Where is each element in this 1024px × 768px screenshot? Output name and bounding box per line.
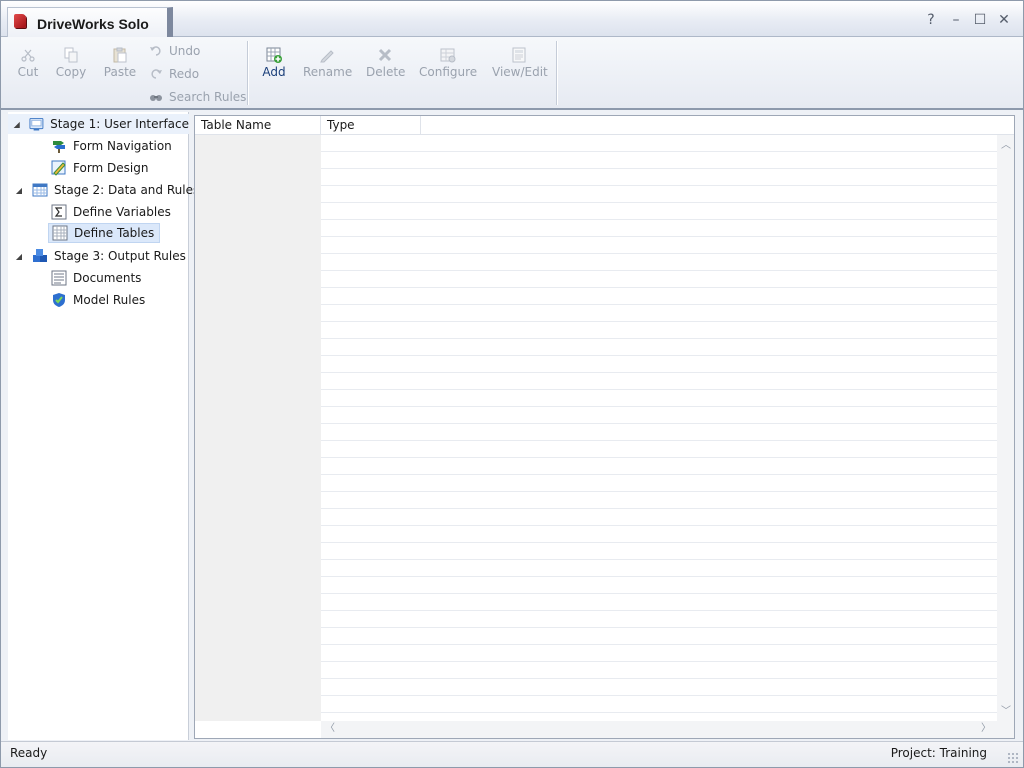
title-bar: DriveWorks Solo ? – ☐ ✕ (1, 1, 1023, 37)
undo-button[interactable]: Undo (149, 42, 200, 60)
add-label: Add (262, 65, 286, 79)
close-button[interactable]: ✕ (995, 11, 1013, 29)
collapse-triangle-icon[interactable]: ◢ (12, 120, 21, 129)
tree-item-label: Form Navigation (73, 139, 172, 153)
configure-button[interactable]: Configure (419, 47, 477, 79)
tree-item-label: Define Variables (73, 205, 171, 219)
add-table-icon (266, 47, 282, 63)
column-header-type[interactable]: Type (321, 116, 421, 135)
grid-rows-area[interactable] (321, 135, 997, 721)
cut-label: Cut (17, 65, 39, 79)
tree-item-label: Documents (73, 271, 142, 285)
sigma-icon (51, 204, 67, 220)
configure-label: Configure (419, 65, 478, 79)
rename-label: Rename (303, 65, 353, 79)
paste-label: Paste (103, 65, 137, 79)
monitor-icon (29, 117, 44, 131)
scrollbar-corner (997, 721, 1014, 738)
tree-item-label: Define Tables (74, 226, 155, 240)
delete-label: Delete (366, 65, 406, 79)
rename-icon (320, 50, 334, 63)
help-button[interactable]: ? (922, 11, 940, 29)
grid-header: Table Name Type (195, 116, 1014, 135)
signpost-icon (53, 141, 65, 153)
tree-item-label: Model Rules (73, 293, 146, 307)
delete-icon (378, 48, 392, 62)
tree-item-define-variables[interactable]: Define Variables (48, 202, 176, 222)
app-title: DriveWorks Solo (37, 16, 149, 32)
tree-stage-output-rules[interactable]: ◢ Stage 3: Output Rules (10, 246, 186, 266)
project-status: Project: Training (890, 746, 987, 760)
copy-button[interactable]: Copy (55, 47, 87, 79)
ribbon-group-divider (247, 41, 248, 105)
calendar-grid-icon (32, 183, 48, 197)
status-text: Ready (10, 746, 48, 760)
redo-button[interactable]: Redo (149, 65, 199, 83)
status-bar: Ready Project: Training (1, 741, 1023, 767)
tree-item-model-rules[interactable]: Model Rules (48, 290, 150, 310)
scroll-up-arrow-icon[interactable]: ︿ (1001, 141, 1011, 151)
rename-button[interactable]: Rename (303, 47, 353, 79)
cubes-icon (33, 249, 47, 262)
vertical-scrollbar[interactable]: ︿ ﹀ (997, 135, 1014, 721)
scroll-down-arrow-icon[interactable]: ﹀ (1001, 707, 1011, 717)
table-grid-icon (52, 225, 68, 241)
tree-item-label: Form Design (73, 161, 149, 175)
app-menu-tab[interactable]: DriveWorks Solo (7, 7, 173, 37)
maximize-button[interactable]: ☐ (971, 11, 989, 29)
minimize-button[interactable]: – (947, 11, 965, 29)
collapse-triangle-icon[interactable]: ◢ (14, 252, 24, 261)
binoculars-icon (150, 95, 162, 101)
tree-stage-user-interface[interactable]: ◢ Stage 1: User Interface (8, 114, 189, 134)
app-window: DriveWorks Solo ? – ☐ ✕ Cut Copy Paste U… (0, 0, 1024, 768)
tree-item-form-design[interactable]: Form Design (48, 158, 153, 178)
tree-item-define-tables[interactable]: Define Tables (48, 223, 161, 243)
delete-button[interactable]: Delete (366, 47, 406, 79)
ribbon-group-divider (556, 41, 557, 105)
driveworks-logo-icon (14, 14, 26, 28)
redo-label: Redo (169, 67, 200, 81)
paste-button[interactable]: Paste (103, 47, 137, 79)
search-rules-label: Search Rules (169, 90, 247, 104)
column-header-table-name[interactable]: Table Name (195, 116, 321, 135)
tree-stage-label: Stage 1: User Interface (50, 117, 189, 131)
collapse-triangle-icon[interactable]: ◢ (14, 186, 24, 195)
configure-table-icon (440, 48, 456, 63)
tree-stage-label: Stage 2: Data and Rules (54, 183, 200, 197)
undo-label: Undo (169, 44, 201, 58)
shield-icon (53, 293, 65, 307)
copy-icon (64, 47, 78, 63)
undo-icon (150, 46, 161, 56)
copy-label: Copy (55, 65, 87, 79)
ribbon-toolbar: Cut Copy Paste Undo Redo Search Rules Ad… (1, 37, 1023, 110)
navigation-tree: ◢ Stage 1: User Interface Form Navigatio… (8, 112, 199, 740)
pencil-form-icon (51, 160, 66, 176)
scroll-left-arrow-icon[interactable]: 〈 (325, 724, 335, 734)
search-rules-button[interactable]: Search Rules (149, 88, 246, 106)
view-edit-button[interactable]: View/Edit (492, 47, 548, 79)
resize-grip-icon[interactable] (1007, 752, 1019, 764)
tree-item-form-navigation[interactable]: Form Navigation (48, 136, 177, 156)
view-edit-icon (512, 47, 526, 63)
scroll-right-arrow-icon[interactable]: 〉 (981, 724, 991, 734)
scissors-icon (21, 49, 35, 62)
add-table-button[interactable]: Add (261, 47, 287, 79)
document-icon (51, 270, 67, 286)
redo-icon (151, 69, 162, 79)
grid-name-column (195, 135, 321, 721)
tree-item-documents[interactable]: Documents (48, 268, 146, 288)
view-edit-label: View/Edit (492, 65, 548, 79)
horizontal-scrollbar[interactable]: 〈 〉 (321, 721, 997, 738)
tree-stage-label: Stage 3: Output Rules (54, 249, 186, 263)
cut-button[interactable]: Cut (15, 47, 41, 79)
clipboard-icon (113, 47, 127, 63)
tree-stage-data-and-rules[interactable]: ◢ Stage 2: Data and Rules (10, 180, 199, 200)
tables-grid: Table Name Type ︿ ﹀ 〈 〉 (194, 115, 1015, 739)
